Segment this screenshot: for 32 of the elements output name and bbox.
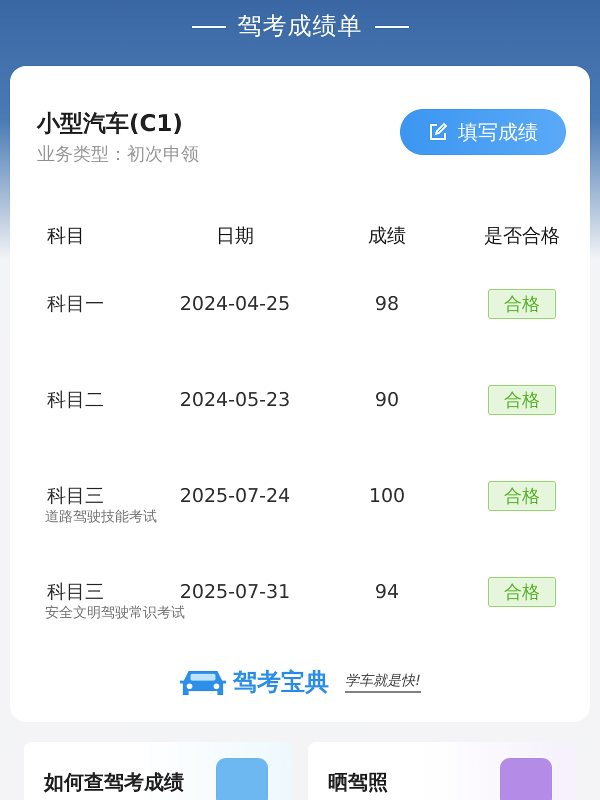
column-header: 日期 <box>215 224 255 249</box>
table-cell-text: 2025-07-31 <box>178 580 292 605</box>
column-header: 科目 <box>47 224 86 249</box>
title-dash <box>374 26 408 28</box>
column-header: 成绩 <box>367 224 407 249</box>
brand-slogan: 学车就是快! <box>345 672 421 692</box>
result-tag: 合格 <box>488 577 556 607</box>
table-cell-text: 98 <box>374 292 400 317</box>
exam-note: 道路驾驶技能考试 <box>44 508 158 527</box>
table-cell-text: 2024-04-25 <box>178 292 292 317</box>
table-cell-text: 2024-05-23 <box>178 388 292 413</box>
info-tile[interactable]: 晒驾照 <box>308 742 576 800</box>
business-type: 业务类型：初次申领 <box>37 143 199 167</box>
table-cell-text: 科目三 <box>47 484 105 509</box>
brand-name: 驾考宝典 <box>233 667 330 698</box>
edit-icon <box>428 122 448 142</box>
table-cell-text: 科目二 <box>47 388 105 413</box>
result-tag: 合格 <box>488 481 556 511</box>
table-cell-text: 100 <box>368 484 406 509</box>
exam-note: 安全文明驾驶常识考试 <box>44 604 186 623</box>
vehicle-type: 小型汽车(C1) <box>37 110 184 139</box>
table-cell-text: 94 <box>374 580 400 605</box>
result-tag: 合格 <box>488 289 556 319</box>
table-cell-text: 科目三 <box>47 580 105 605</box>
info-tile[interactable]: 如何查驾考成绩 <box>24 742 292 800</box>
column-header: 是否合格 <box>483 224 561 249</box>
table-cell-text: 科目一 <box>47 292 105 317</box>
title-dash <box>192 26 226 28</box>
result-tag: 合格 <box>488 385 556 415</box>
page-title: 驾考成绩单 <box>238 11 362 42</box>
table-cell-text: 90 <box>374 388 400 413</box>
table-cell-text: 2025-07-24 <box>178 484 292 509</box>
